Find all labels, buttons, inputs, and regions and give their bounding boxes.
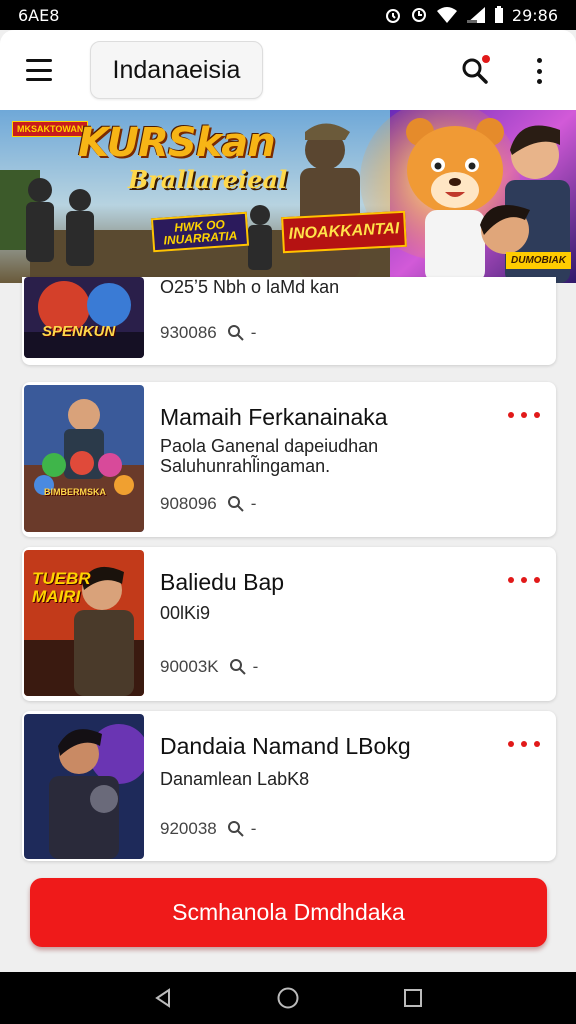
item-title-partial: O25ʼ5 Nbh o laMd kan: [160, 277, 340, 297]
item-more-button[interactable]: [508, 412, 540, 418]
thumbnail-label: SPENKUN: [42, 323, 116, 340]
item-meta: 930086 -: [160, 323, 256, 343]
thumbnail-label: BIMBERMSKA: [44, 487, 106, 497]
alarm-icon: [384, 6, 402, 24]
search-button[interactable]: [458, 54, 492, 88]
nav-home-button[interactable]: [273, 983, 303, 1013]
nav-recent-button[interactable]: [398, 983, 428, 1013]
item-meta-value: 90003K: [160, 657, 219, 676]
banner-title: KURSkan: [78, 120, 276, 166]
item-meta-value: 920038: [160, 819, 217, 838]
banner-badge-right: DUMOBIAK: [506, 252, 571, 269]
hamburger-icon[interactable]: [26, 59, 52, 81]
banner-subtitle: Brallareieal: [128, 165, 288, 194]
status-icons: 29:86: [384, 6, 558, 25]
item-thumbnail: TUEBR MAIRI: [24, 550, 144, 696]
item-description: 00lKi9: [160, 603, 211, 623]
item-description: Danamlean LabK8: [160, 769, 310, 789]
list-item[interactable]: Dandaia Namand LBokg Danamlean LabK8 920…: [22, 711, 556, 861]
status-time: 29:86: [511, 5, 558, 25]
list-item[interactable]: SPENKUN O25ʼ5 Nbh o laMd kan 930086 -: [22, 277, 556, 365]
system-nav-bar: [0, 972, 576, 1024]
item-meta-value: 908096: [160, 494, 217, 513]
meta-dash: -: [250, 494, 257, 513]
item-title: Dandaia Namand LBokg: [160, 733, 411, 759]
meta-dash: -: [250, 819, 257, 838]
meta-dash: -: [252, 657, 259, 676]
primary-action-button[interactable]: Scmhanola Dmdhdaka: [30, 878, 547, 947]
banner-label-left: HWK OO INUARRATIA: [150, 211, 250, 253]
item-more-button[interactable]: [508, 577, 540, 583]
item-thumbnail: BIMBERMSKA: [24, 385, 144, 532]
item-title: Mamaih Ferkanainaka: [160, 404, 388, 430]
search-icon: [227, 496, 244, 512]
wifi-icon: [436, 6, 458, 24]
search-icon: [462, 55, 490, 84]
search-icon: [229, 659, 246, 675]
item-meta: 908096 -: [160, 494, 256, 514]
meta-search: -: [229, 657, 259, 677]
banner-badge-left: MKSAKTOWAN: [12, 121, 89, 137]
home-circle-icon: [277, 987, 299, 1009]
meta-search: -: [227, 323, 257, 343]
sync-icon: [410, 6, 428, 24]
app-title[interactable]: Indanaeisia: [90, 41, 263, 99]
back-triangle-icon: [154, 988, 170, 1008]
banner-label-center: INOAKKANTAI: [281, 210, 407, 254]
meta-dash: -: [250, 323, 257, 342]
item-more-button[interactable]: [508, 741, 540, 747]
status-left-text: 6AE8: [18, 5, 60, 25]
item-thumbnail: SPENKUN: [24, 277, 144, 358]
more-options-button[interactable]: [528, 54, 550, 88]
item-meta-value: 930086: [160, 323, 217, 342]
signal-icon: [466, 6, 486, 24]
meta-search: -: [227, 494, 257, 514]
item-thumbnail: [24, 714, 144, 859]
meta-search: -: [227, 819, 257, 839]
item-meta: 920038 -: [160, 819, 256, 839]
item-meta: 90003K -: [160, 657, 258, 677]
item-description: Paola Ganenal dapeiudhan Saluhunrahl̃ing…: [160, 436, 379, 476]
list-item[interactable]: BIMBERMSKA Mamaih Ferkanainaka Paola Gan…: [22, 382, 556, 537]
status-bar: 6AE8 29:86: [0, 0, 576, 30]
thumbnail-label: TUEBR MAIRI: [32, 569, 91, 606]
item-title: Baliedu Bap: [160, 569, 285, 595]
nav-back-button[interactable]: [148, 983, 178, 1013]
battery-icon: [494, 6, 504, 24]
recent-square-icon: [404, 989, 423, 1007]
app-bar: Indanaeisia: [0, 30, 576, 110]
search-icon: [227, 821, 244, 837]
search-icon: [227, 325, 244, 341]
list-item[interactable]: TUEBR MAIRI Baliedu Bap 00lKi9 90003K -: [22, 547, 556, 701]
